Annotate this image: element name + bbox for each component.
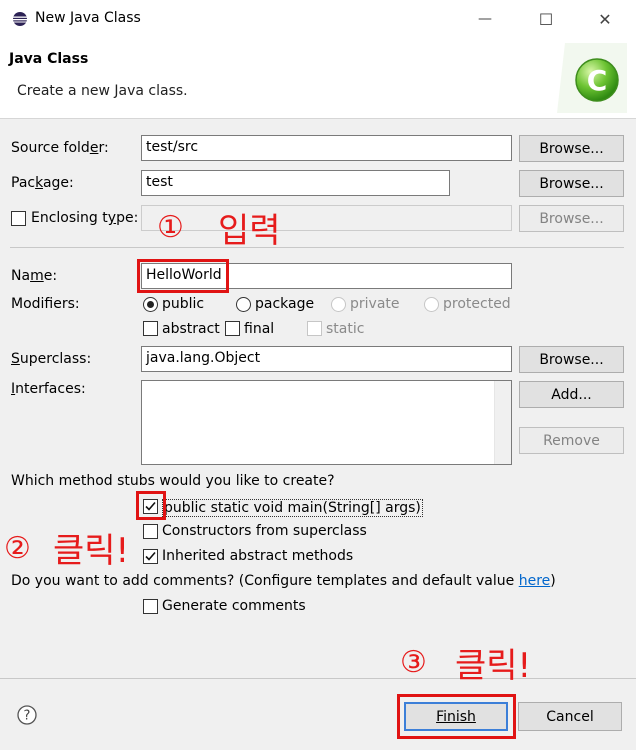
add-interface-button[interactable]: Add... (519, 381, 624, 408)
superclass-browse-button[interactable]: Browse... (519, 346, 624, 373)
annotation-step3-number: ③ (400, 645, 427, 680)
separator (10, 247, 624, 248)
modifier-abstract-label: abstract (162, 321, 220, 337)
svg-text:C: C (587, 64, 608, 97)
modifiers-label: Modifiers: (11, 296, 80, 312)
enclosing-type-checkbox[interactable] (11, 211, 26, 226)
modifier-package-label: package (255, 296, 315, 312)
interfaces-label: Interfaces: (11, 381, 86, 397)
enclosing-type-field[interactable] (141, 205, 512, 231)
maximize-icon: ☐ (538, 9, 554, 29)
package-browse-button[interactable]: Browse... (519, 170, 624, 197)
cancel-button[interactable]: Cancel (518, 702, 622, 731)
generate-comments-label: Generate comments (162, 598, 306, 614)
annotation-step2-text: 클릭! (53, 531, 130, 571)
enclosing-type-browse-button[interactable]: Browse... (519, 205, 624, 232)
maximize-button[interactable]: ☐ (523, 0, 569, 38)
modifier-private-radio[interactable] (331, 297, 346, 312)
minimize-icon: — (478, 11, 492, 27)
superclass-field[interactable]: java.lang.Object (141, 346, 512, 372)
modifier-package-radio[interactable] (236, 297, 251, 312)
modifier-public-radio[interactable] (143, 297, 158, 312)
footer-separator (0, 678, 636, 679)
modifier-final-label: final (244, 321, 275, 337)
highlight-box-main-checkbox (136, 491, 166, 520)
modifier-static-checkbox[interactable] (307, 321, 322, 336)
modifier-final-checkbox[interactable] (225, 321, 240, 336)
method-stubs-question: Which method stubs would you like to cre… (11, 473, 335, 489)
svg-text:?: ? (24, 709, 31, 724)
inherited-methods-checkbox[interactable] (143, 549, 158, 564)
modifier-private-label: private (350, 296, 400, 312)
main-method-label: public static void main(String[] args) (162, 499, 423, 517)
source-folder-field[interactable]: test/src (141, 135, 512, 161)
name-label: Name: (11, 268, 58, 284)
modifier-protected-label: protected (443, 296, 511, 312)
source-folder-label: Source folder: (11, 140, 109, 156)
java-class-logo-icon: C (557, 43, 627, 113)
modifier-public-label: public (162, 296, 205, 312)
modifier-static-label: static (326, 321, 365, 337)
modifier-protected-radio[interactable] (424, 297, 439, 312)
checkmark-icon (145, 551, 156, 561)
annotation-step1-text: 입력 (218, 211, 281, 251)
superclass-label: Superclass: (11, 351, 92, 367)
highlight-box-finish (397, 694, 516, 739)
annotation-step2-number: ② (4, 531, 31, 566)
minimize-button[interactable]: — (462, 0, 508, 38)
package-label: Package: (11, 175, 74, 191)
eclipse-app-icon (13, 12, 27, 26)
help-icon[interactable]: ? (17, 705, 37, 725)
constructors-label: Constructors from superclass (162, 523, 367, 539)
package-field[interactable]: test (141, 170, 450, 196)
inherited-methods-label: Inherited abstract methods (162, 548, 354, 564)
generate-comments-checkbox[interactable] (143, 599, 158, 614)
wizard-description: Create a new Java class. (17, 83, 188, 99)
configure-templates-link[interactable]: here (519, 573, 551, 589)
close-icon: ✕ (598, 9, 612, 29)
modifier-abstract-checkbox[interactable] (143, 321, 158, 336)
wizard-header: Java Class Create a new Java class. C (0, 38, 636, 119)
highlight-box-name (137, 259, 229, 293)
constructors-checkbox[interactable] (143, 524, 158, 539)
interfaces-scrollbar[interactable] (494, 381, 511, 464)
wizard-title: Java Class (9, 51, 89, 67)
interfaces-list[interactable] (141, 380, 512, 465)
close-button[interactable]: ✕ (582, 0, 628, 38)
annotation-step3-text: 클릭! (455, 646, 532, 686)
source-folder-browse-button[interactable]: Browse... (519, 135, 624, 162)
enclosing-type-label: Enclosing type: (31, 210, 139, 226)
remove-interface-button[interactable]: Remove (519, 427, 624, 454)
window-title: New Java Class (35, 10, 141, 26)
comments-question: Do you want to add comments? (Configure … (11, 573, 556, 589)
annotation-step1-number: ① (157, 210, 184, 245)
